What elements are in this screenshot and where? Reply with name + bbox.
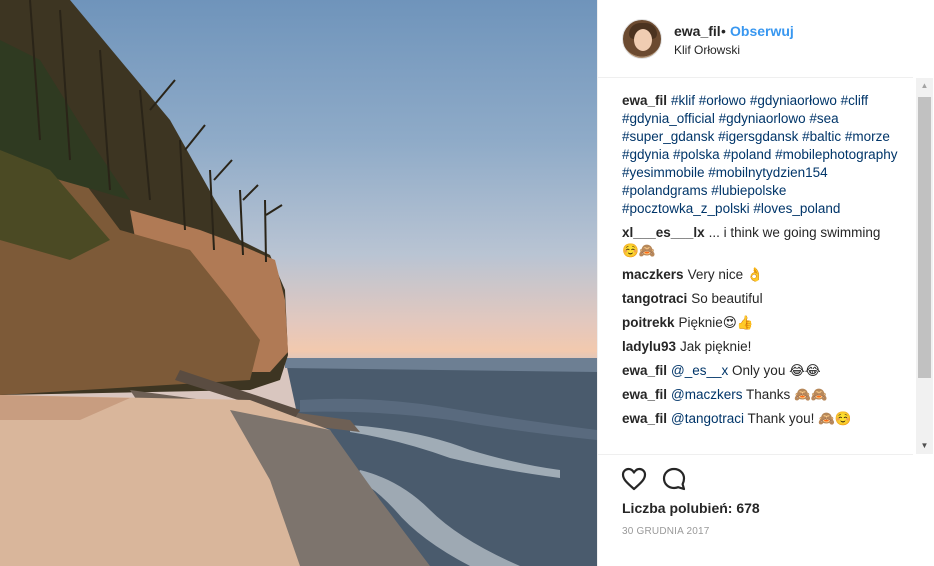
likes-count[interactable]: Liczba polubień: 678	[622, 500, 760, 516]
comment-username[interactable]: ladylu93	[622, 339, 676, 354]
comment-text: Thank you! 🙈☺️	[747, 411, 852, 426]
post-username[interactable]: ewa_fil	[674, 23, 721, 39]
comment-item: ladylu93 Jak pięknie!	[622, 338, 900, 356]
comments-scrollbar[interactable]: ▲ ▼	[916, 78, 933, 454]
post-details-panel: ewa_fil • Obserwuj Klif Orłowski ewa_fil…	[597, 0, 934, 566]
follow-button[interactable]: Obserwuj	[730, 23, 794, 39]
comment-item: xl___es___lx... i think we going swimmin…	[622, 224, 900, 260]
comment-text: Pięknie😍👍	[678, 315, 754, 330]
comment-text: Thanks 🙈🙈	[746, 387, 828, 402]
comment-username[interactable]: xl___es___lx	[622, 225, 705, 240]
scroll-thumb[interactable]	[918, 97, 931, 378]
comment-username[interactable]: ewa_fil	[622, 411, 667, 426]
comment-username[interactable]: ewa_fil	[622, 363, 667, 378]
post-date[interactable]: 30 GRUDNIA 2017	[622, 526, 710, 537]
comment-text: Jak pięknie!	[680, 339, 752, 354]
comment-username[interactable]: poitrekk	[622, 315, 675, 330]
comment-item: poitrekk Pięknie😍👍	[622, 314, 900, 332]
comment-item: ewa_fil @_es__x Only you 😂😂	[622, 362, 900, 380]
comment-item: tangotraci So beautiful	[622, 290, 900, 308]
speech-bubble-icon[interactable]	[660, 465, 688, 493]
comments-list[interactable]: ewa_fil #klif #orłowo #gdyniaorłowo #clif…	[622, 92, 900, 454]
comment-item: ewa_fil @maczkers Thanks 🙈🙈	[622, 386, 900, 404]
comment-username[interactable]: maczkers	[622, 267, 684, 282]
comment-username[interactable]: ewa_fil	[622, 387, 667, 402]
heart-outline-icon[interactable]	[620, 465, 648, 493]
post-header: ewa_fil • Obserwuj Klif Orłowski	[598, 0, 913, 78]
comment-item: ewa_fil @tangotraci Thank you! 🙈☺️	[622, 410, 900, 428]
comment-mention[interactable]: @maczkers	[671, 387, 742, 402]
caption-username[interactable]: ewa_fil	[622, 93, 667, 108]
comment-text: So beautiful	[691, 291, 763, 306]
post-actions: Liczba polubień: 678 30 GRUDNIA 2017	[598, 454, 913, 566]
scroll-up-arrow-icon[interactable]: ▲	[916, 78, 933, 94]
avatar[interactable]	[622, 19, 662, 59]
separator-dot: •	[721, 23, 726, 39]
comment-item: maczkers Very nice 👌	[622, 266, 900, 284]
comment-username[interactable]: tangotraci	[622, 291, 687, 306]
post-photo[interactable]	[0, 0, 597, 566]
avatar-face	[634, 29, 652, 51]
location-link[interactable]: Klif Orłowski	[674, 43, 740, 57]
scroll-down-arrow-icon[interactable]: ▼	[916, 438, 933, 454]
cliff-beach-sea-image	[0, 0, 597, 566]
comment-mention[interactable]: @tangotraci	[671, 411, 744, 426]
caption-hashtags[interactable]: #klif #orłowo #gdyniaorłowo #cliff #gdyn…	[622, 93, 897, 216]
comment-text: Very nice 👌	[687, 267, 764, 282]
comment-mention[interactable]: @_es__x	[671, 363, 728, 378]
caption: ewa_fil #klif #orłowo #gdyniaorłowo #clif…	[622, 92, 900, 218]
comment-text: Only you 😂😂	[732, 363, 821, 378]
